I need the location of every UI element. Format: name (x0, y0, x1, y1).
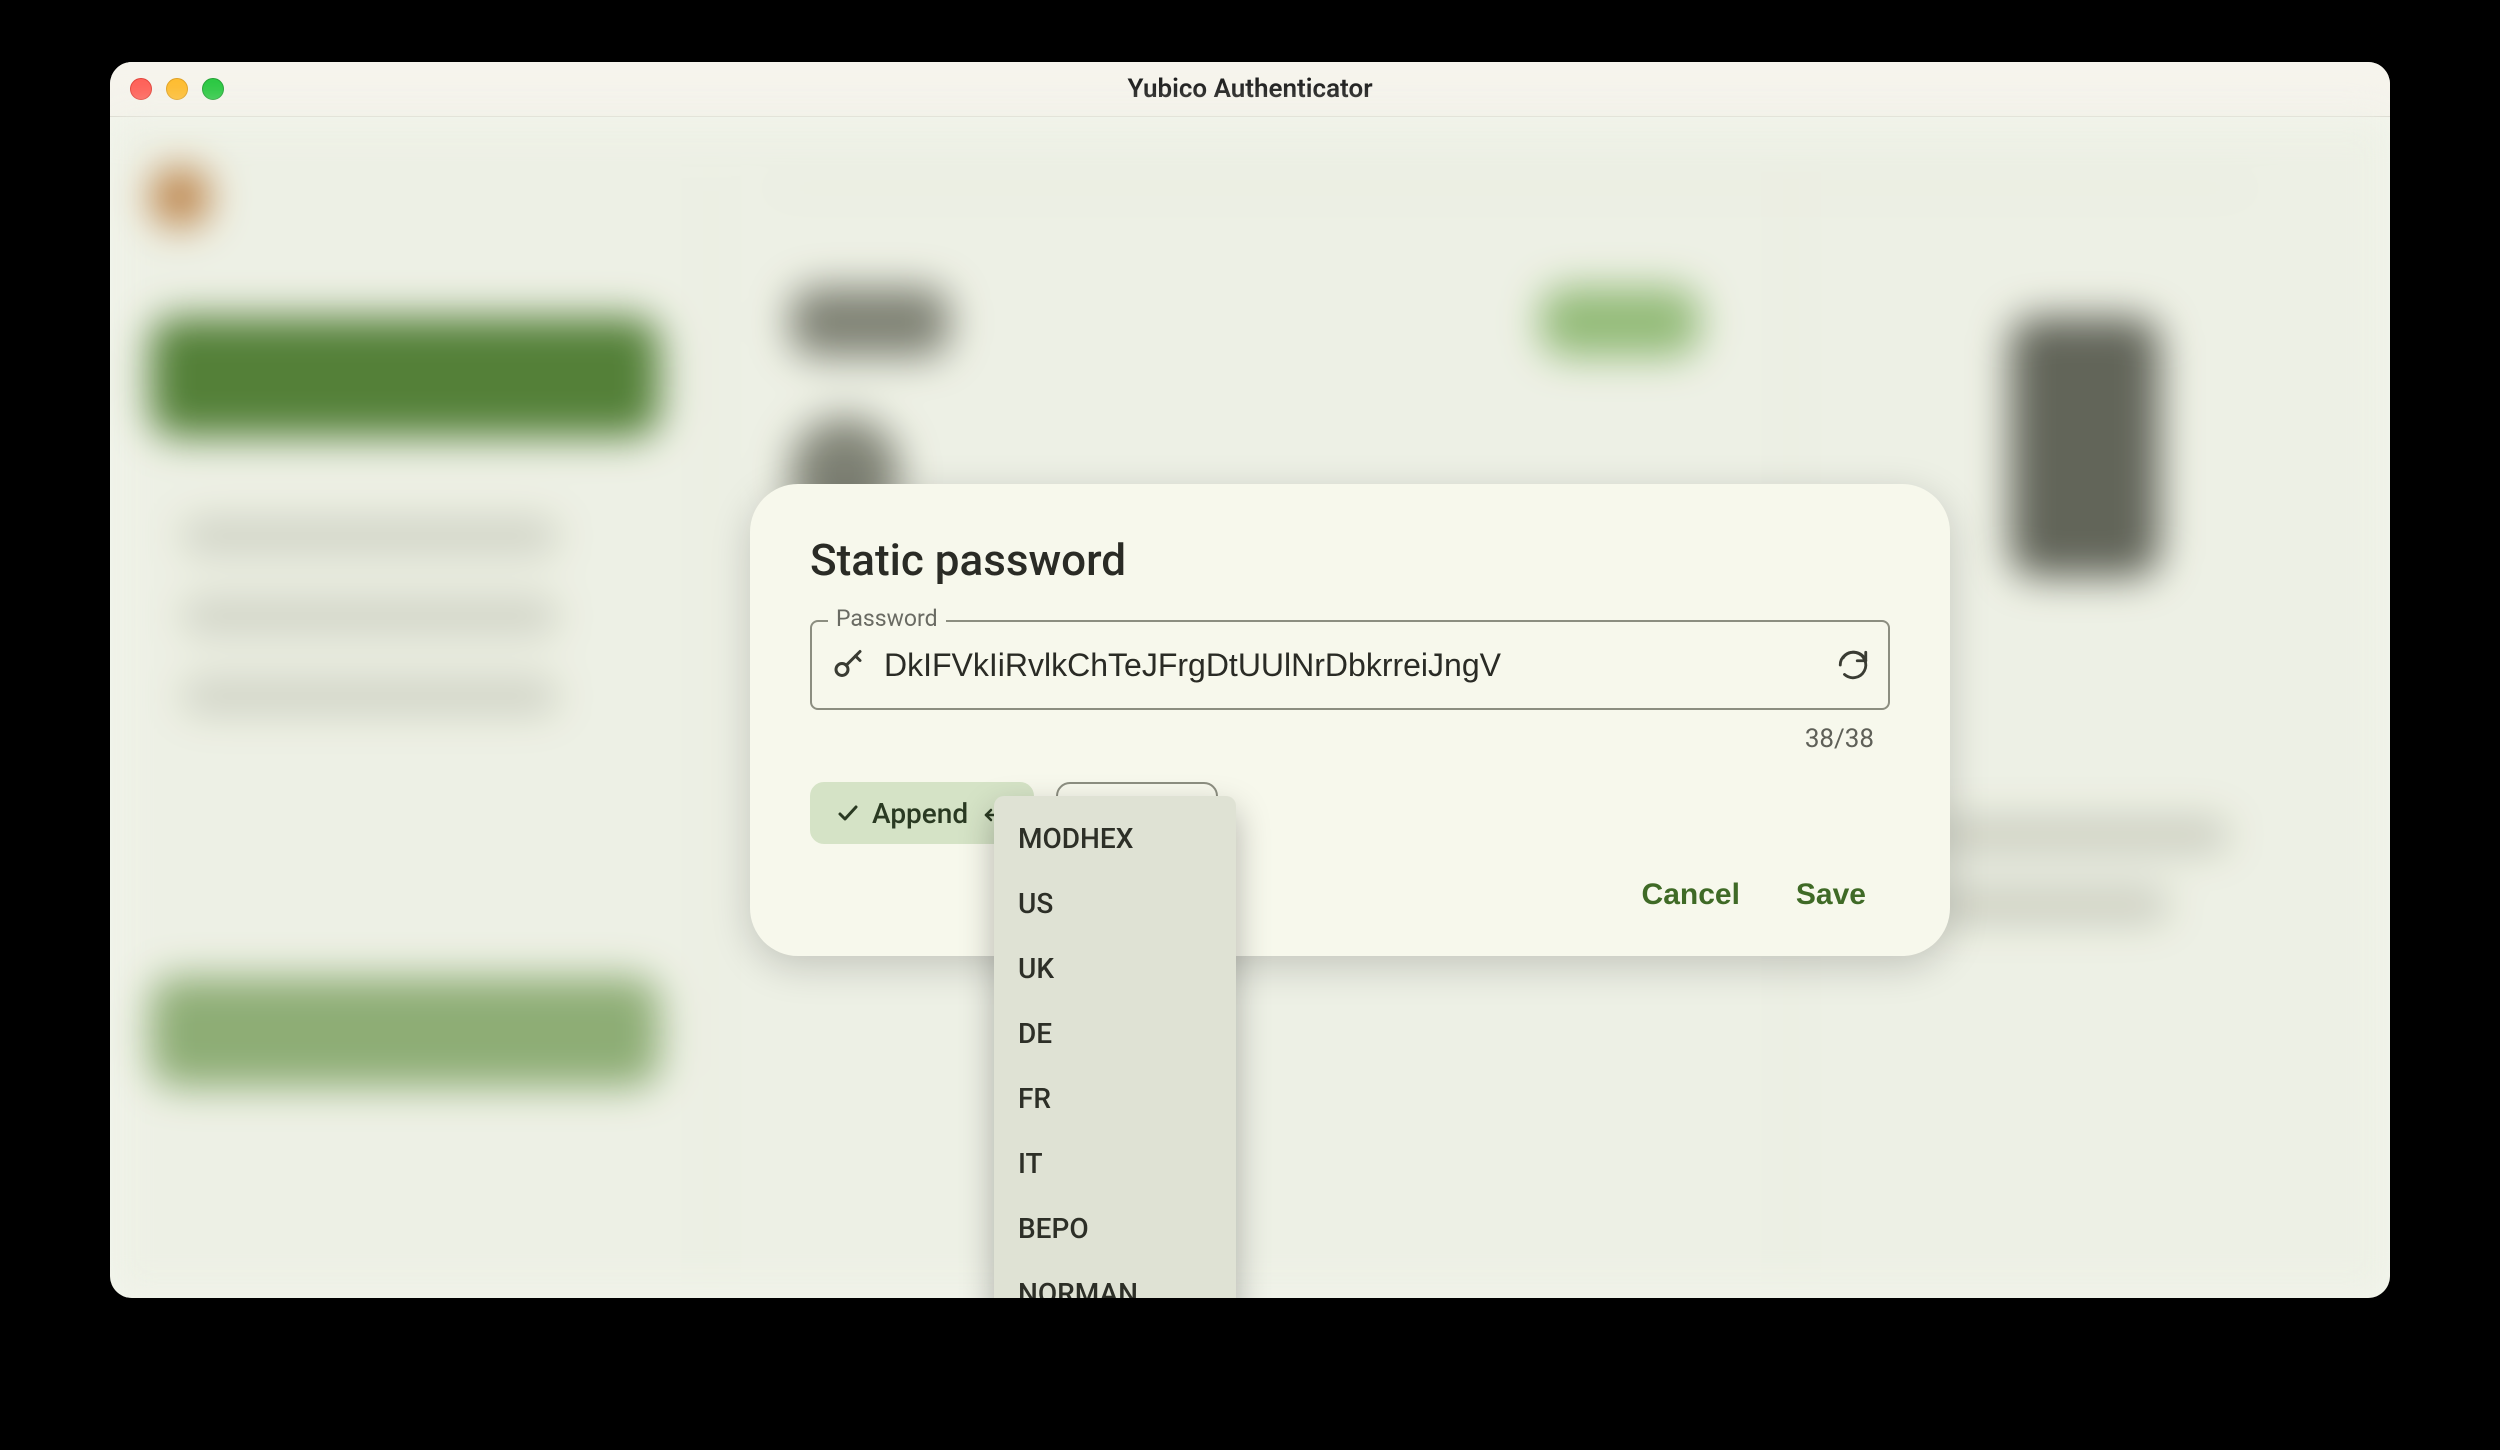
window-title: Yubico Authenticator (110, 74, 2390, 104)
check-icon (836, 801, 860, 825)
dropdown-option-uk[interactable]: UK (994, 936, 1236, 1001)
key-icon (830, 647, 866, 683)
app-window: Yubico Authenticator Static password Pas (110, 62, 2390, 1298)
char-counter: 38/38 (810, 724, 1890, 754)
chips-row: Append HEX (810, 782, 1890, 844)
dialog-actions: Cancel Save (810, 878, 1890, 912)
regenerate-button[interactable] (1836, 648, 1870, 682)
static-password-dialog: Static password Password (750, 484, 1950, 956)
dialog-title: Static password (810, 534, 1890, 586)
traffic-lights (130, 78, 224, 100)
dropdown-option-norman[interactable]: NORMAN (994, 1261, 1236, 1298)
password-field-wrap: Password (810, 620, 1890, 710)
cancel-button[interactable]: Cancel (1642, 878, 1740, 912)
dropdown-option-fr[interactable]: FR (994, 1066, 1236, 1131)
keyboard-layout-dropdown[interactable]: MODHEX US UK DE FR IT BEPO NORMAN (994, 796, 1236, 1298)
dropdown-option-it[interactable]: IT (994, 1131, 1236, 1196)
close-window-button[interactable] (130, 78, 152, 100)
password-field[interactable] (810, 620, 1890, 710)
dropdown-option-modhex[interactable]: MODHEX (994, 806, 1236, 871)
password-field-label: Password (828, 605, 946, 632)
dropdown-option-us[interactable]: US (994, 871, 1236, 936)
dropdown-option-bepo[interactable]: BEPO (994, 1196, 1236, 1261)
save-button[interactable]: Save (1796, 878, 1866, 912)
dropdown-option-de[interactable]: DE (994, 1001, 1236, 1066)
fullscreen-window-button[interactable] (202, 78, 224, 100)
titlebar: Yubico Authenticator (110, 62, 2390, 117)
minimize-window-button[interactable] (166, 78, 188, 100)
password-input[interactable] (884, 647, 1818, 684)
screen: Yubico Authenticator Static password Pas (0, 0, 2500, 1450)
append-chip-label: Append (872, 797, 968, 830)
